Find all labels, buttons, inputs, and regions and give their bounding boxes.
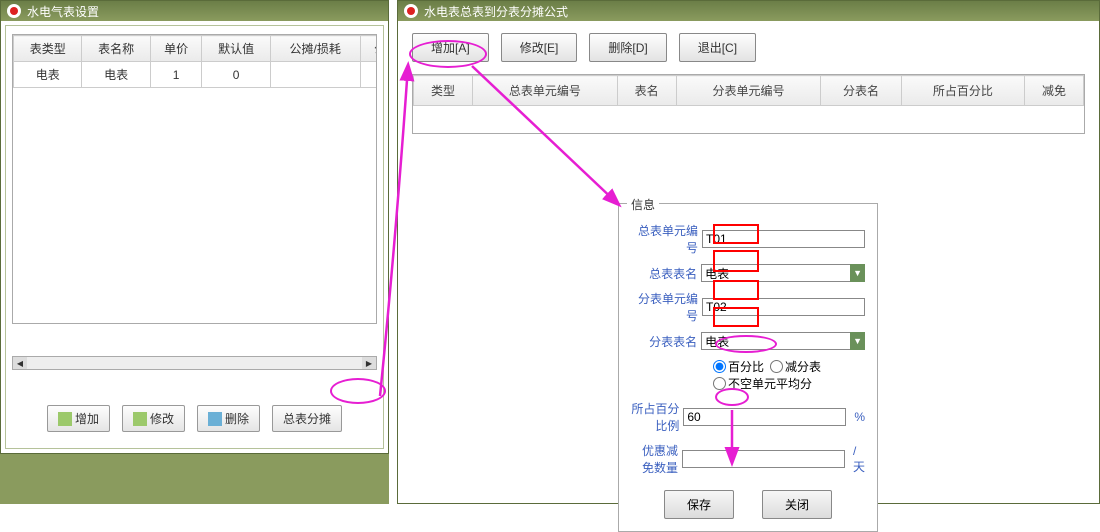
col-default: 默认值 bbox=[202, 36, 270, 62]
meter-grid[interactable]: 表类型 表名称 单价 默认值 公摊/损耗 公摊 电表 电表 1 0 bbox=[12, 34, 377, 324]
unit-per-day: /天 bbox=[853, 444, 865, 475]
scroll-right-icon[interactable]: ▶ bbox=[362, 357, 376, 369]
toolbar-delete-button[interactable]: 删除[D] bbox=[589, 33, 666, 62]
title-left: 水电气表设置 bbox=[27, 3, 99, 20]
title-right: 水电表总表到分表分摊公式 bbox=[424, 3, 568, 20]
col-type: 表类型 bbox=[14, 36, 82, 62]
add-button[interactable]: 增加 bbox=[47, 405, 110, 432]
edit-button[interactable]: 修改 bbox=[122, 405, 185, 432]
toolbar-edit-button[interactable]: 修改[E] bbox=[501, 33, 578, 62]
close-button[interactable]: 关闭 bbox=[762, 490, 832, 519]
lbl-main-unit: 总表单元编号 bbox=[631, 222, 698, 256]
save-button[interactable]: 保存 bbox=[664, 490, 734, 519]
titlebar-right: 水电表总表到分表分摊公式 bbox=[398, 1, 1099, 21]
hcol-main-unit: 总表单元编号 bbox=[472, 76, 617, 106]
scroll-left-icon[interactable]: ◀ bbox=[13, 357, 27, 369]
radio-subtract[interactable]: 减分表 bbox=[770, 358, 821, 375]
hcol-sub-name: 分表名 bbox=[821, 76, 901, 106]
lbl-sub-name: 分表表名 bbox=[631, 333, 697, 350]
olive-frame bbox=[0, 454, 389, 504]
unit-percent: % bbox=[854, 410, 865, 424]
h-scrollbar[interactable]: ◀ ▶ bbox=[12, 356, 377, 370]
free-input[interactable] bbox=[682, 450, 845, 468]
toolbar: 增加[A] 修改[E] 删除[D] 退出[C] bbox=[412, 33, 1085, 62]
trash-icon bbox=[208, 412, 222, 426]
radio-percent[interactable]: 百分比 bbox=[713, 358, 764, 375]
info-form: 信息 总表单元编号 总表表名 ▼ 分表单元编号 分表表名 ▼ 百分比 减分表 不… bbox=[618, 203, 878, 532]
lbl-main-name: 总表表名 bbox=[631, 265, 697, 282]
lbl-free: 优惠减免数量 bbox=[631, 442, 678, 476]
sub-name-select[interactable] bbox=[701, 332, 864, 350]
col-extra: 公摊 bbox=[360, 36, 377, 62]
main-name-select[interactable] bbox=[701, 264, 864, 282]
hcol-free: 减免 bbox=[1025, 76, 1084, 106]
col-price: 单价 bbox=[150, 36, 202, 62]
toolbar-quit-button[interactable]: 退出[C] bbox=[679, 33, 756, 62]
radio-average[interactable]: 不空单元平均分 bbox=[713, 375, 812, 392]
hcol-pct: 所占百分比 bbox=[901, 76, 1024, 106]
col-name: 表名称 bbox=[82, 36, 150, 62]
hcol-type: 类型 bbox=[414, 76, 473, 106]
lbl-pct: 所占百分比例 bbox=[631, 400, 679, 434]
app-icon bbox=[7, 4, 21, 18]
info-legend: 信息 bbox=[627, 196, 659, 213]
main-unit-input[interactable] bbox=[702, 230, 865, 248]
pencil-icon bbox=[133, 412, 147, 426]
toolbar-add-button[interactable]: 增加[A] bbox=[412, 33, 489, 62]
allocate-button[interactable]: 总表分摊 bbox=[272, 405, 342, 432]
app-icon bbox=[404, 4, 418, 18]
allocation-grid[interactable]: 类型 总表单元编号 表名 分表单元编号 分表名 所占百分比 减免 bbox=[412, 74, 1085, 134]
hcol-name: 表名 bbox=[617, 76, 676, 106]
sub-unit-input[interactable] bbox=[702, 298, 865, 316]
percent-input[interactable] bbox=[683, 408, 846, 426]
table-row[interactable]: 电表 电表 1 0 bbox=[14, 62, 378, 88]
hcol-sub-unit: 分表单元编号 bbox=[676, 76, 821, 106]
col-share: 公摊/损耗 bbox=[270, 36, 360, 62]
plus-icon bbox=[58, 412, 72, 426]
lbl-sub-unit: 分表单元编号 bbox=[631, 290, 698, 324]
delete-button[interactable]: 删除 bbox=[197, 405, 260, 432]
meter-settings-window: 水电气表设置 表类型 表名称 单价 默认值 公摊/损耗 公摊 电表 电表 1 0 bbox=[0, 0, 389, 454]
titlebar-left: 水电气表设置 bbox=[1, 1, 388, 21]
